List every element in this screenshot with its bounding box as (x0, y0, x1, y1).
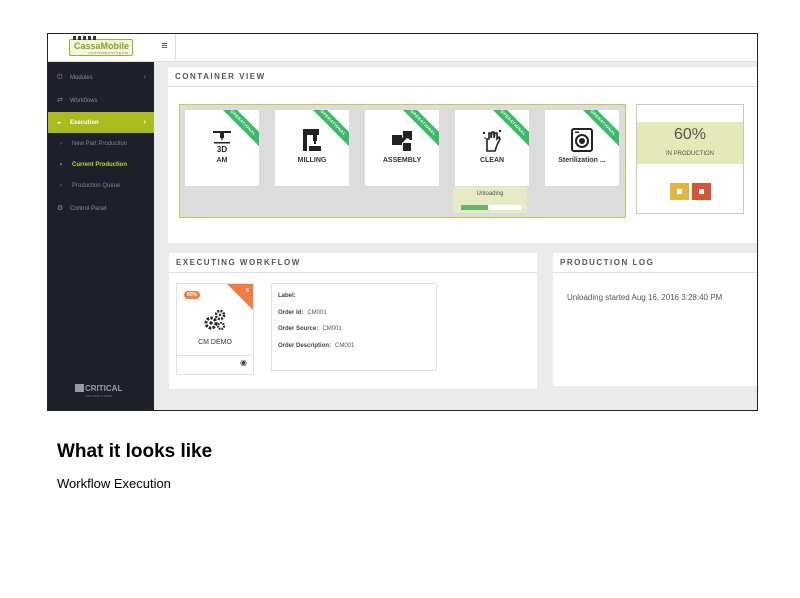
sidebar-item-workflows[interactable]: ⇄ Workflows (48, 90, 154, 111)
station-label: CLEAN (479, 157, 505, 164)
eye-icon[interactable]: ◉ (240, 358, 247, 367)
workflow-name: CM DEMO (198, 339, 232, 346)
station-card-milling[interactable]: OPERATIONAL MILLING (275, 110, 349, 186)
production-status-box: 60% IN PRODUCTION (636, 104, 744, 214)
hamburger-icon[interactable]: ≡ (154, 34, 176, 61)
station-status-clean: Unloading (453, 187, 527, 213)
detail-key: Order Source: (278, 326, 319, 332)
detail-order-description-row: Order Description: CM001 (278, 338, 430, 355)
detail-value: CM001 (307, 309, 327, 316)
caption-subtitle: Workflow Execution (57, 476, 171, 491)
sidebar-item-label: Modules (70, 75, 93, 81)
stop-icon (699, 189, 704, 194)
station-label: MILLING (297, 157, 327, 164)
detail-key: Label: (278, 293, 296, 299)
sidebar-item-label: Execution (70, 120, 99, 126)
detail-label-row: Label: (278, 288, 430, 305)
bullet-icon: › (60, 162, 62, 168)
station-card-assembly[interactable]: OPERATIONAL ASSEMBLY (365, 110, 439, 186)
executing-workflow-panel: EXECUTING WORKFLOW 60% 6 CM DEMO ◉ Label… (169, 253, 537, 389)
footer-logo-text: CRITICAL (85, 384, 123, 393)
dashboard-icon: ◒ (57, 119, 62, 126)
footer-logo: CRITICAL (75, 384, 122, 393)
production-progress-band: 60% IN PRODUCTION (637, 122, 743, 164)
sidebar: CassaMobile A SOFTWARE FOR THE FAB ⏻ Modu… (48, 34, 154, 410)
stop-button[interactable] (692, 183, 711, 200)
shuffle-icon: ⇄ (57, 97, 63, 104)
3d-printer-icon: 3D (185, 127, 259, 153)
executing-workflow-title: EXECUTING WORKFLOW (169, 253, 537, 273)
station-card-sterilization[interactable]: OPERATIONAL Sterilization ... (545, 110, 619, 186)
sidebar-item-modules[interactable]: ⏻ Modules › (48, 67, 154, 88)
pause-icon (677, 189, 682, 194)
power-icon: ⏻ (57, 74, 63, 81)
svg-text:3D: 3D (217, 145, 227, 153)
sidebar-subitem-label: Current Production (72, 162, 127, 168)
sidebar-subitem-label: New Part Production (72, 141, 128, 147)
logo-film-icon (73, 36, 97, 40)
sidebar-subitem-new-part-production[interactable]: › New Part Production (48, 134, 154, 155)
production-log-title: PRODUCTION LOG (553, 253, 757, 273)
workflow-card[interactable]: 60% 6 CM DEMO ◉ (176, 283, 254, 375)
detail-key: Order Id: (278, 309, 304, 316)
log-entry: Unloading started Aug 16, 2016 3:28:40 P… (567, 293, 723, 302)
chevron-right-icon: › (143, 119, 146, 126)
sidebar-subitem-production-queue[interactable]: › Production Queue (48, 176, 154, 197)
production-log-panel: PRODUCTION LOG Unloading started Aug 16,… (553, 253, 757, 386)
production-label: IN PRODUCTION (666, 151, 714, 157)
station-progress-fill (461, 205, 489, 210)
sidebar-subitem-label: Production Queue (72, 183, 121, 189)
station-card-clean[interactable]: OPERATIONAL CLEAN (455, 110, 529, 186)
sidebar-item-control-panel[interactable]: ⚙ Control Panel (48, 198, 154, 219)
detail-order-id-row: Order Id: CM001 (278, 305, 430, 322)
milling-machine-icon (275, 127, 349, 153)
app-logo[interactable]: CassaMobile A SOFTWARE FOR THE FAB (69, 36, 133, 56)
production-percent: 60% (673, 126, 707, 143)
detail-value: CM001 (322, 326, 342, 332)
brand-header: CassaMobile A SOFTWARE FOR THE FAB (48, 34, 154, 62)
workflow-progress-badge: 60% (184, 291, 201, 299)
gear-icon: ⚙ (57, 205, 64, 212)
container-stations: OPERATIONAL 3D AM OPERATIONAL MILLING OP… (179, 104, 626, 218)
divider (177, 355, 253, 356)
pause-button[interactable] (670, 183, 689, 200)
bullet-icon: › (60, 183, 62, 189)
station-label: AM (216, 157, 228, 164)
sidebar-subitem-current-production[interactable]: › Current Production (48, 155, 154, 176)
footer-logo-subtext: MANUFACTURING (86, 394, 113, 398)
logo-subtext: A SOFTWARE FOR THE FAB (88, 51, 129, 55)
app-window: CassaMobile A SOFTWARE FOR THE FAB ⏻ Modu… (47, 33, 758, 411)
sidebar-item-label: Workflows (70, 98, 98, 104)
station-card-am[interactable]: OPERATIONAL 3D AM (185, 110, 259, 186)
station-label: ASSEMBLY (382, 157, 422, 164)
sidebar-item-label: Control Panel (70, 206, 107, 212)
clean-hand-icon (455, 127, 529, 153)
station-status-text: Unloading (476, 191, 504, 197)
station-progress-bar (461, 205, 522, 210)
puzzle-icon (365, 127, 439, 153)
critical-logo-icon (75, 384, 84, 392)
bullet-icon: › (60, 141, 62, 147)
top-bar: ≡ (154, 34, 757, 62)
detail-key: Order Description: (278, 342, 332, 349)
workflow-corner-badge (227, 284, 253, 310)
gears-icon (177, 309, 253, 331)
chevron-right-icon: › (143, 74, 146, 81)
sidebar-item-execution[interactable]: ◒ Execution › (48, 112, 154, 133)
logo-text: CassaMobile (74, 41, 130, 51)
workflow-corner-count: 6 (246, 288, 249, 294)
caption-title: What it looks like (57, 441, 213, 462)
detail-value: CM001 (335, 342, 355, 349)
station-label: Sterilization ... (558, 157, 606, 164)
workflow-details: Label: Order Id: CM001 Order Source: CM001… (271, 283, 437, 371)
sterilization-icon (545, 127, 619, 153)
detail-order-source-row: Order Source: CM001 (278, 321, 430, 338)
container-view-title: CONTAINER VIEW (168, 67, 757, 87)
